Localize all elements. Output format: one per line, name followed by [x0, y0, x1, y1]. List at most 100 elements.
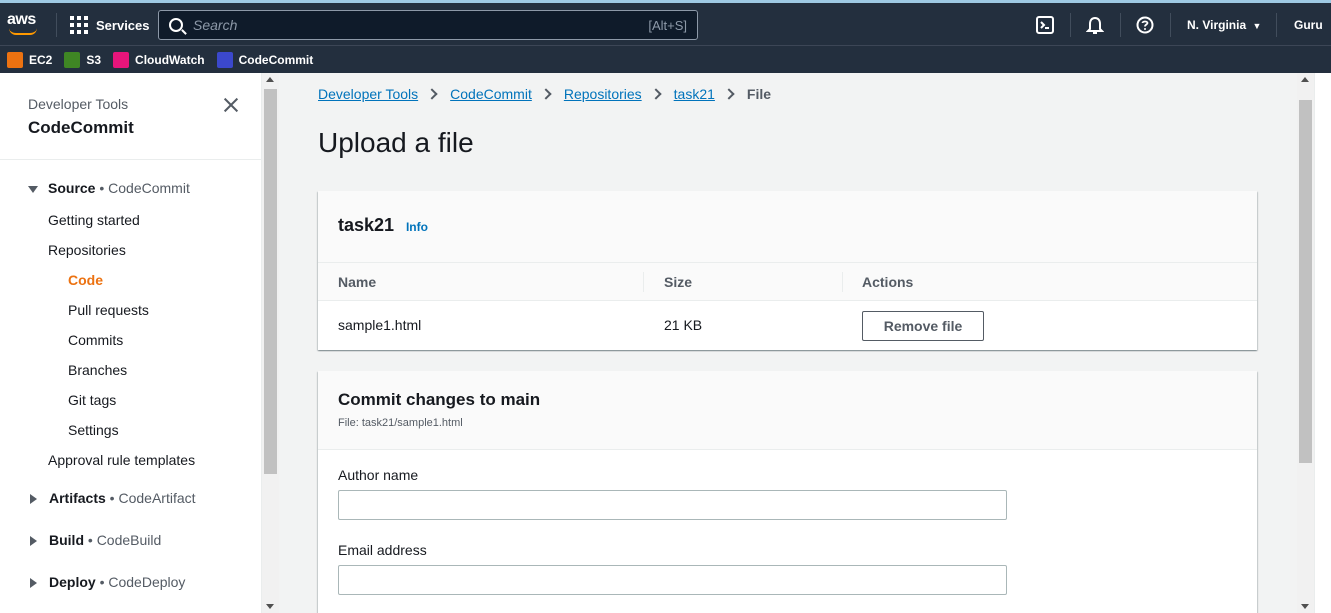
sidebar-item-getting-started[interactable]: Getting started: [48, 212, 140, 228]
sidebar-item-code[interactable]: Code: [68, 272, 103, 288]
sidebar-section-source[interactable]: Source • CodeCommit: [28, 180, 190, 196]
file-name: sample1.html: [338, 317, 422, 333]
info-link[interactable]: Info: [406, 220, 428, 234]
divider: [1276, 13, 1277, 37]
chevron-right-icon: [540, 88, 552, 100]
column-divider: [842, 272, 843, 292]
column-header-name: Name: [338, 274, 377, 290]
s3-service-icon: [64, 51, 81, 68]
caret-down-icon: [28, 185, 38, 193]
section-name: Deploy: [49, 574, 96, 590]
section-name: Artifacts: [49, 490, 106, 506]
aws-smile-icon: [9, 28, 37, 35]
help-icon[interactable]: [1135, 15, 1155, 35]
sidebar-item-git-tags[interactable]: Git tags: [68, 392, 116, 408]
aws-logo[interactable]: aws: [7, 11, 41, 37]
favorite-label: CodeCommit: [238, 52, 314, 67]
scroll-down-icon[interactable]: [1301, 604, 1309, 609]
search-input[interactable]: [193, 17, 649, 33]
sidebar-title[interactable]: CodeCommit: [28, 118, 261, 138]
caret-right-icon: [30, 536, 37, 547]
caret-right-icon: [30, 494, 37, 505]
scroll-up-icon[interactable]: [266, 77, 274, 82]
favorite-label: CloudWatch: [135, 52, 205, 67]
breadcrumb-current: File: [746, 86, 772, 102]
aws-logo-text: aws: [7, 11, 36, 28]
chevron-right-icon: [723, 88, 735, 100]
email-address-label: Email address: [338, 542, 427, 558]
bell-icon[interactable]: [1085, 15, 1105, 35]
chevron-right-icon: [426, 88, 438, 100]
favorite-cloudwatch[interactable]: CloudWatch: [113, 51, 205, 68]
sidebar-section-deploy[interactable]: Deploy • CodeDeploy: [30, 574, 185, 590]
breadcrumb-repositories[interactable]: Repositories: [564, 86, 642, 102]
favorite-label: EC2: [29, 52, 53, 67]
sidebar-item-approval-rule-templates[interactable]: Approval rule templates: [48, 452, 195, 468]
table-row: sample1.html 21 KB Remove file: [318, 301, 1257, 350]
sidebar-header: Developer Tools CodeCommit: [0, 73, 261, 160]
cloudshell-icon[interactable]: [1035, 15, 1055, 35]
favorite-ec2[interactable]: EC2: [7, 51, 53, 68]
commit-title: Commit changes to main: [338, 390, 541, 409]
scrollbar-thumb[interactable]: [264, 89, 277, 474]
repo-files-panel: task21 Info Name Size Actions sample1.ht…: [318, 191, 1257, 350]
breadcrumb-task21[interactable]: task21: [674, 86, 715, 102]
cloudwatch-service-icon: [113, 51, 130, 68]
sidebar-section-build[interactable]: Build • CodeBuild: [30, 532, 161, 548]
scroll-up-icon[interactable]: [1301, 77, 1309, 82]
commit-changes-panel: Commit changes to main File: task21/samp…: [318, 371, 1257, 613]
user-menu[interactable]: Guru: [1294, 18, 1323, 32]
breadcrumb: Developer Tools CodeCommit Repositories …: [318, 86, 771, 102]
search-shortcut-hint: [Alt+S]: [648, 17, 687, 33]
section-name: Source: [48, 180, 96, 196]
sidebar-scrollbar[interactable]: [262, 73, 279, 613]
remove-file-button[interactable]: Remove file: [862, 311, 984, 341]
section-service: CodeCommit: [108, 180, 190, 196]
user-label: Guru: [1294, 18, 1323, 32]
commit-file-path: File: task21/sample1.html: [338, 417, 463, 429]
sidebar-item-commits[interactable]: Commits: [68, 332, 123, 348]
ec2-service-icon: [7, 51, 23, 68]
region-selector[interactable]: N. Virginia ▼: [1187, 18, 1261, 32]
main-scrollbar[interactable]: [1297, 73, 1314, 613]
scrollbar-thumb[interactable]: [1299, 100, 1312, 463]
page-title: Upload a file: [318, 127, 474, 158]
column-header-actions: Actions: [862, 274, 914, 290]
codecommit-service-icon: [216, 51, 233, 68]
file-size: 21 KB: [664, 317, 703, 333]
top-navigation: aws Services [Alt+S] N. Virginia ▼ Guru: [0, 0, 1331, 45]
sidebar-item-repositories[interactable]: Repositories: [48, 242, 126, 258]
search-bar[interactable]: [Alt+S]: [158, 10, 698, 40]
caret-right-icon: [30, 578, 37, 589]
divider: [56, 13, 57, 37]
scroll-down-icon[interactable]: [266, 604, 274, 609]
panel-header: task21 Info: [318, 191, 1257, 263]
services-menu-button[interactable]: Services: [70, 13, 150, 37]
section-service: CodeBuild: [96, 532, 162, 548]
column-header-size: Size: [664, 274, 693, 290]
breadcrumb-developer-tools[interactable]: Developer Tools: [318, 86, 418, 102]
caret-down-icon: ▼: [1252, 21, 1262, 31]
section-service: CodeDeploy: [108, 574, 186, 590]
section-name: Build: [49, 532, 84, 548]
sidebar-section-artifacts[interactable]: Artifacts • CodeArtifact: [30, 490, 196, 506]
region-label: N. Virginia: [1187, 18, 1247, 32]
repo-title: task21: [338, 215, 395, 235]
favorite-s3[interactable]: S3: [64, 51, 102, 68]
favorite-label: S3: [86, 52, 102, 67]
author-name-input[interactable]: [338, 490, 1007, 520]
panel-header: Commit changes to main File: task21/samp…: [318, 371, 1257, 450]
author-name-label: Author name: [338, 467, 419, 483]
close-icon[interactable]: [222, 96, 240, 114]
favorite-codecommit[interactable]: CodeCommit: [216, 51, 314, 68]
breadcrumb-codecommit[interactable]: CodeCommit: [450, 86, 532, 102]
sidebar-item-branches[interactable]: Branches: [68, 362, 127, 378]
sidebar-item-settings[interactable]: Settings: [68, 422, 119, 438]
email-address-input[interactable]: [338, 565, 1007, 595]
divider: [1070, 13, 1071, 37]
chevron-right-icon: [650, 88, 662, 100]
sidebar-item-pull-requests[interactable]: Pull requests: [68, 302, 149, 318]
table-header: Name Size Actions: [318, 263, 1257, 301]
tools-panel-edge: [1314, 73, 1331, 613]
column-divider: [643, 272, 644, 292]
